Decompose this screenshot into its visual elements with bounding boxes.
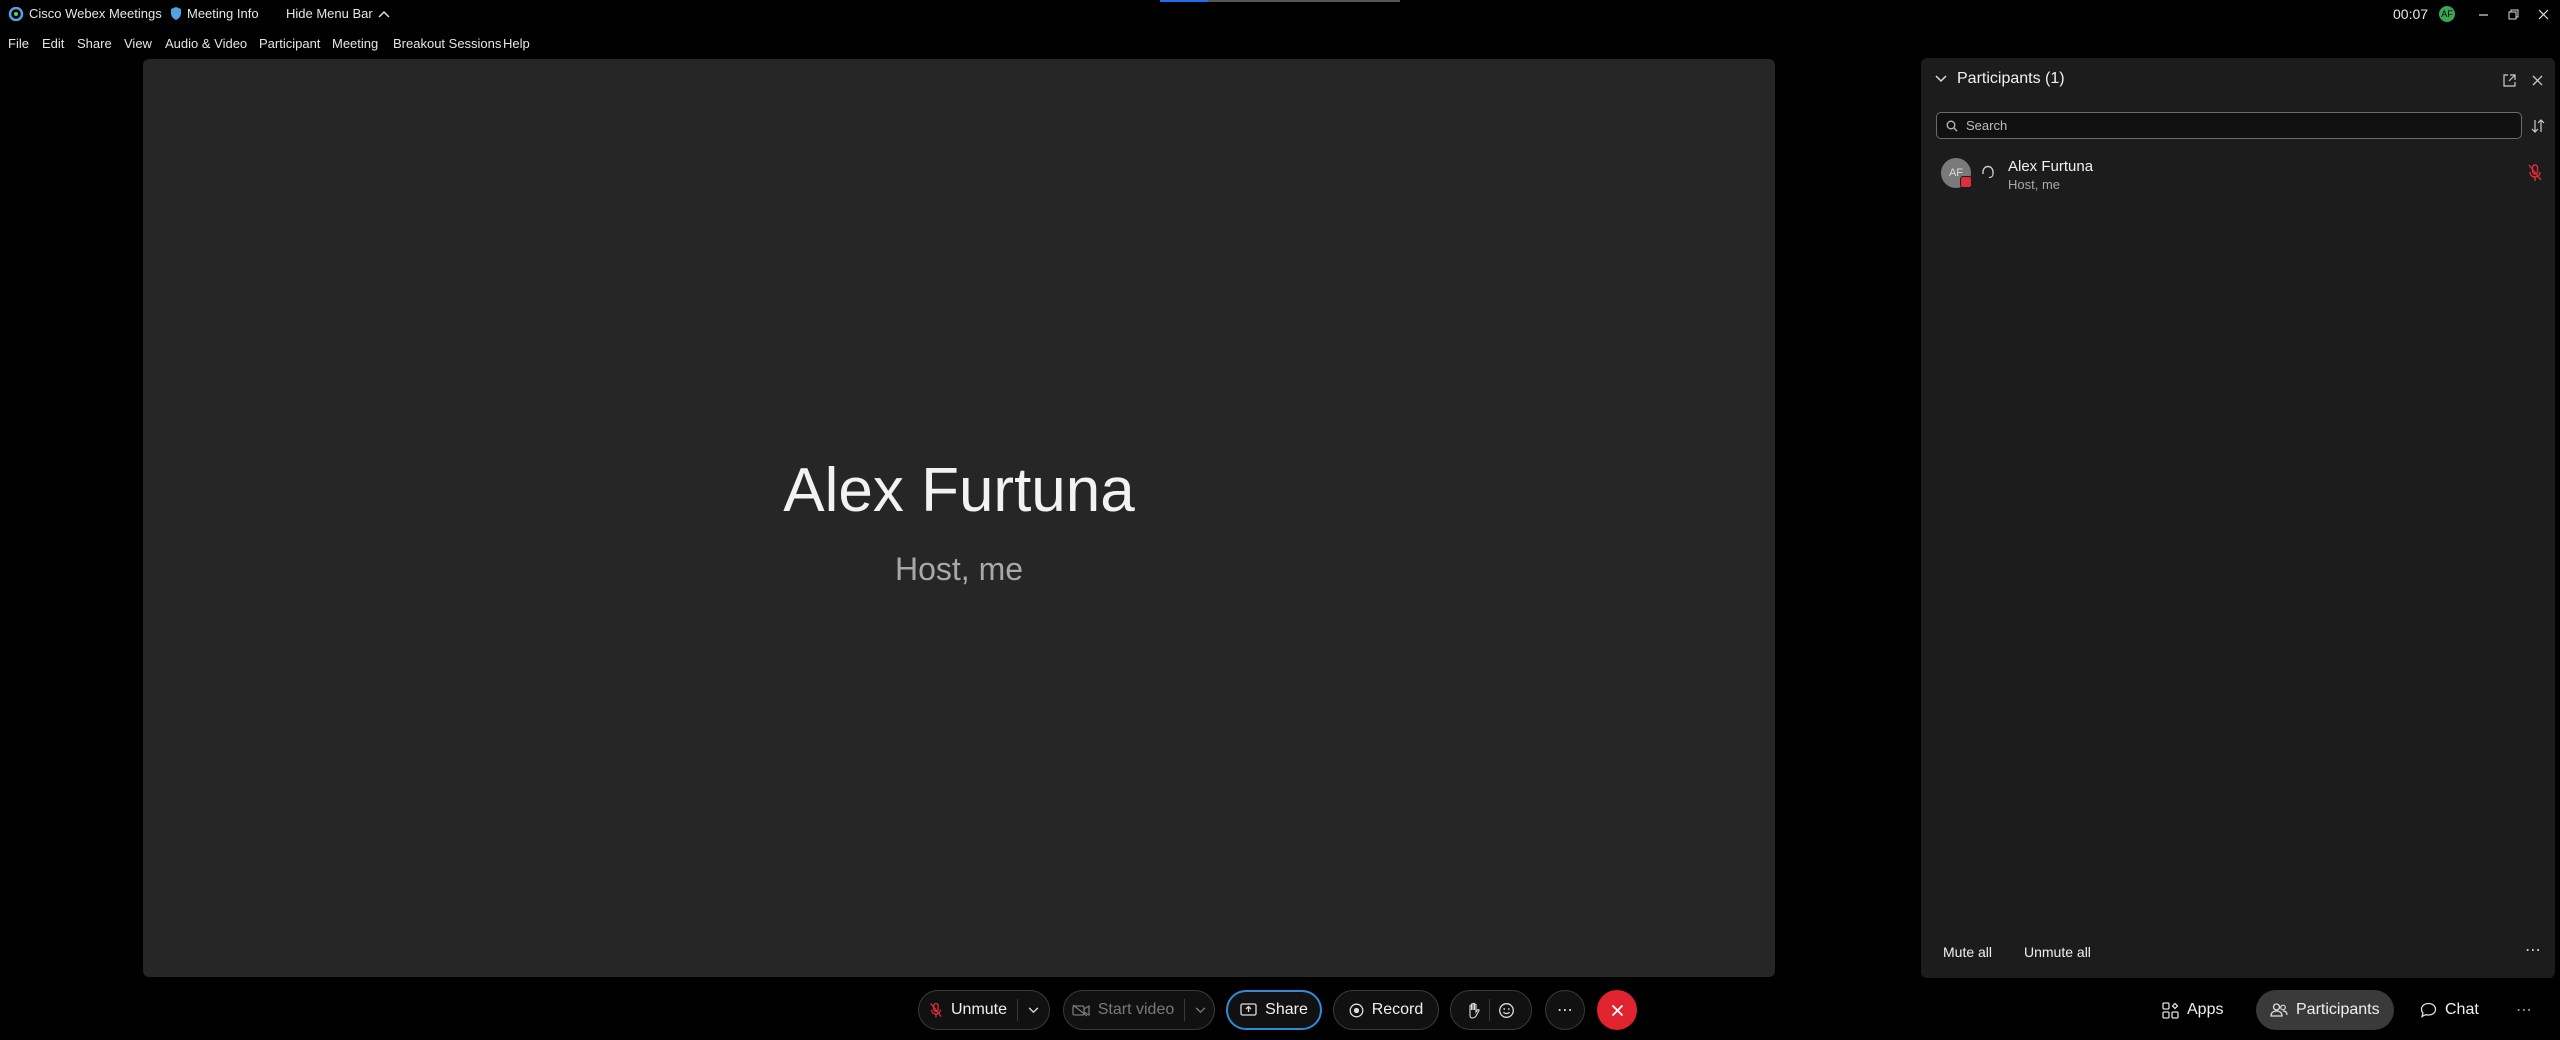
participants-panel-header[interactable]: Participants (1) bbox=[1935, 70, 2065, 88]
participants-panel: Participants (1) AF Alex Furtuna Host, m… bbox=[1921, 58, 2555, 978]
pop-out-icon bbox=[2502, 73, 2516, 87]
reactions-group bbox=[1450, 990, 1532, 1030]
menu-meeting[interactable]: Meeting bbox=[332, 36, 378, 51]
share-screen-icon bbox=[1240, 1003, 1257, 1016]
share-label: Share bbox=[1265, 1001, 1308, 1018]
stage-participant-role: Host, me bbox=[894, 551, 1024, 587]
panel-options-button[interactable]: ⋯ bbox=[2510, 990, 2538, 1030]
divider bbox=[1184, 999, 1186, 1021]
menu-breakout-sessions[interactable]: Breakout Sessions bbox=[393, 36, 501, 51]
reactions-icon[interactable] bbox=[1498, 1002, 1515, 1019]
participants-panel-title: Participants (1) bbox=[1957, 70, 2065, 87]
menu-audio-video[interactable]: Audio & Video bbox=[165, 36, 247, 51]
close-window-button[interactable] bbox=[2532, 3, 2554, 25]
chat-label: Chat bbox=[2445, 1001, 2479, 1018]
headset-icon bbox=[1982, 165, 1994, 179]
minimize-button[interactable] bbox=[2472, 3, 2494, 25]
close-icon bbox=[2538, 9, 2548, 19]
record-icon bbox=[1349, 1003, 1364, 1017]
participant-role: Host, me bbox=[2008, 177, 2061, 192]
search-input[interactable] bbox=[1966, 118, 2506, 133]
menu-view[interactable]: View bbox=[124, 36, 152, 51]
menu-file[interactable]: File bbox=[8, 36, 29, 51]
app-title: Cisco Webex Meetings bbox=[8, 6, 162, 21]
hide-menu-bar-button[interactable]: Hide Menu Bar bbox=[286, 6, 390, 21]
apps-icon bbox=[2162, 1001, 2179, 1019]
chevron-down-icon bbox=[1935, 75, 1947, 83]
divider bbox=[1017, 999, 1019, 1021]
title-bar: Cisco Webex Meetings Meeting Info Hide M… bbox=[0, 0, 2560, 28]
meeting-info-label: Meeting Info bbox=[187, 6, 259, 21]
share-button[interactable]: Share bbox=[1226, 990, 1322, 1030]
start-video-button[interactable]: Start video bbox=[1063, 990, 1215, 1030]
mute-all-button[interactable]: Mute all bbox=[1943, 944, 1992, 960]
video-off-badge-icon bbox=[1960, 176, 1972, 188]
close-panel-button[interactable] bbox=[2527, 70, 2547, 90]
chevron-up-icon bbox=[378, 10, 390, 18]
progress-bar bbox=[1160, 0, 1400, 2]
more-options-icon: ⋯ bbox=[2516, 1002, 2532, 1019]
webex-logo-icon bbox=[8, 6, 24, 21]
chat-icon bbox=[2420, 1002, 2437, 1018]
stage-participant-name: Alex Furtuna bbox=[783, 456, 1135, 525]
more-options-icon[interactable]: ⋯ bbox=[2525, 940, 2541, 960]
close-icon bbox=[2532, 75, 2542, 85]
video-stage: Alex Furtuna Host, me bbox=[143, 59, 1775, 977]
menu-participant[interactable]: Participant bbox=[259, 36, 320, 51]
meeting-info-button[interactable]: Meeting Info bbox=[170, 6, 259, 21]
restore-icon bbox=[2508, 9, 2518, 19]
restore-button[interactable] bbox=[2502, 3, 2524, 25]
participant-search[interactable] bbox=[1936, 112, 2522, 139]
user-status-avatar[interactable]: AF bbox=[2439, 6, 2455, 22]
apps-button[interactable]: Apps bbox=[2148, 990, 2237, 1030]
leave-meeting-button[interactable] bbox=[1597, 990, 1637, 1030]
more-options-icon: ⋯ bbox=[1557, 1002, 1573, 1019]
apps-label: Apps bbox=[2187, 1001, 2224, 1018]
sort-button[interactable] bbox=[2527, 115, 2549, 137]
chevron-down-icon[interactable] bbox=[1195, 1006, 1206, 1014]
video-off-icon bbox=[1072, 1003, 1090, 1017]
participants-icon bbox=[2270, 1003, 2288, 1017]
participants-panel-footer: Mute all Unmute all ⋯ bbox=[1921, 938, 2555, 966]
unmute-button[interactable]: Unmute bbox=[918, 990, 1050, 1030]
minimize-icon bbox=[2478, 13, 2488, 16]
start-video-label: Start video bbox=[1097, 1001, 1175, 1018]
participants-button[interactable]: Participants bbox=[2256, 990, 2394, 1030]
participant-name: Alex Furtuna bbox=[2008, 158, 2094, 175]
participants-label: Participants bbox=[2296, 1001, 2380, 1018]
record-label: Record bbox=[1371, 1001, 1424, 1018]
menu-share[interactable]: Share bbox=[77, 36, 112, 51]
divider bbox=[1489, 999, 1490, 1021]
chat-button[interactable]: Chat bbox=[2406, 990, 2493, 1030]
more-options-button[interactable]: ⋯ bbox=[1545, 990, 1585, 1030]
sort-icon bbox=[2531, 119, 2545, 133]
menu-edit[interactable]: Edit bbox=[42, 36, 64, 51]
pop-out-panel-button[interactable] bbox=[2499, 70, 2519, 90]
participant-row[interactable]: AF Alex Furtuna Host, me bbox=[1933, 154, 2545, 200]
record-button[interactable]: Record bbox=[1333, 990, 1439, 1030]
raise-hand-icon[interactable] bbox=[1467, 1002, 1481, 1019]
hide-menu-bar-label: Hide Menu Bar bbox=[286, 6, 373, 21]
shield-icon bbox=[171, 7, 181, 20]
unmute-all-button[interactable]: Unmute all bbox=[2024, 944, 2091, 960]
close-icon bbox=[1611, 1004, 1623, 1016]
search-icon bbox=[1946, 120, 1958, 131]
menu-help[interactable]: Help bbox=[503, 36, 530, 51]
meeting-timer: 00:07 bbox=[2393, 6, 2429, 22]
chevron-down-icon[interactable] bbox=[1028, 1006, 1039, 1014]
unmute-label: Unmute bbox=[950, 1001, 1008, 1018]
app-name: Cisco Webex Meetings bbox=[29, 6, 162, 21]
microphone-muted-icon[interactable] bbox=[2527, 164, 2543, 182]
microphone-muted-icon bbox=[930, 1002, 942, 1017]
